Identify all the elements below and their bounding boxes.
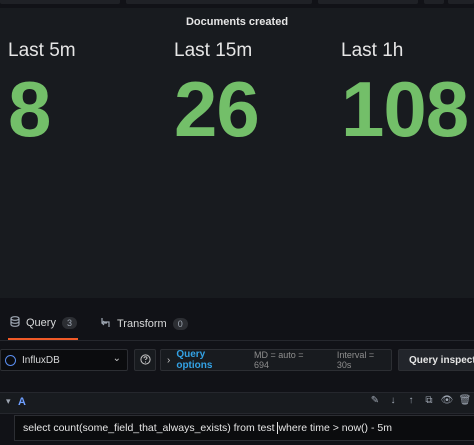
transform-icon: [100, 317, 111, 331]
tab-query[interactable]: Query 3: [8, 308, 78, 340]
stat-panel[interactable]: Documents created Last 5m 8 Last 15m 26 …: [0, 8, 474, 298]
tab-count-badge: 0: [172, 318, 188, 330]
stat-label: Last 15m: [174, 40, 253, 61]
stat-last-15m: Last 15m 26: [174, 40, 260, 153]
tab-transform[interactable]: Transform 0: [100, 308, 188, 340]
datasource-name: InfluxDB: [22, 354, 60, 366]
influxdb-icon: [5, 354, 16, 366]
collapse-chevron-icon[interactable]: ▾: [6, 396, 11, 407]
query-toolbar: InfluxDB ⌄ › Query options MD = auto = 6…: [0, 341, 474, 381]
tab-label: Transform: [117, 318, 167, 330]
question-circle-icon: [139, 353, 151, 367]
query-row-header[interactable]: ▾ A ✎ ↓ ↑ ⧉ 👁 🗑: [0, 392, 474, 414]
delete-icon[interactable]: 🗑: [456, 395, 474, 406]
help-button[interactable]: [134, 349, 156, 371]
stat-label: Last 1h: [341, 40, 404, 61]
chevron-right-icon: ›: [167, 354, 171, 366]
editor-tabs: Query 3 Transform 0: [0, 308, 474, 341]
tab-label: Query: [26, 317, 56, 329]
database-icon: [10, 316, 20, 330]
stat-last-5m: Last 5m 8: [8, 40, 76, 148]
query-options-label: Query options: [176, 349, 213, 371]
top-bar-segment: [318, 0, 418, 4]
top-bar: [0, 0, 474, 6]
tab-count-badge: 3: [61, 317, 77, 329]
move-up-icon[interactable]: ↑: [402, 395, 420, 406]
query-editor[interactable]: select count(some_field_that_always_exis…: [14, 415, 474, 441]
top-bar-segment: [448, 0, 474, 4]
duplicate-icon[interactable]: ⧉: [420, 395, 438, 406]
stat-value: 26: [174, 65, 260, 153]
datasource-picker[interactable]: InfluxDB ⌄: [0, 349, 128, 371]
query-text-before-caret: select count(some_field_that_always_exis…: [23, 422, 278, 434]
max-data-points-info: MD = auto = 694: [253, 350, 304, 370]
query-options-toggle[interactable]: › Query options MD = auto = 694 Interval…: [160, 349, 392, 371]
pane-splitter[interactable]: [0, 298, 474, 308]
stat-label: Last 5m: [8, 40, 76, 61]
stat-value: 8: [8, 65, 51, 153]
query-row-actions: ✎ ↓ ↑ ⧉ 👁 🗑: [366, 395, 474, 406]
query-text-after-caret: where time > now() - 5m: [278, 422, 392, 434]
query-inspector-button[interactable]: Query inspector: [398, 349, 474, 371]
edit-icon[interactable]: ✎: [366, 395, 384, 406]
eye-icon[interactable]: 👁: [438, 395, 456, 406]
chevron-down-icon: ⌄: [112, 353, 121, 364]
stat-last-1h: Last 1h 108: [341, 40, 469, 153]
top-bar-segment: [0, 0, 120, 4]
query-ref-id[interactable]: A: [18, 396, 26, 408]
interval-info: Interval = 30s: [336, 350, 375, 370]
top-bar-segment: [126, 0, 312, 4]
top-bar-segment: [424, 0, 444, 4]
stat-value: 108: [341, 65, 469, 153]
move-down-icon[interactable]: ↓: [384, 395, 402, 406]
panel-title: Documents created: [185, 16, 289, 28]
